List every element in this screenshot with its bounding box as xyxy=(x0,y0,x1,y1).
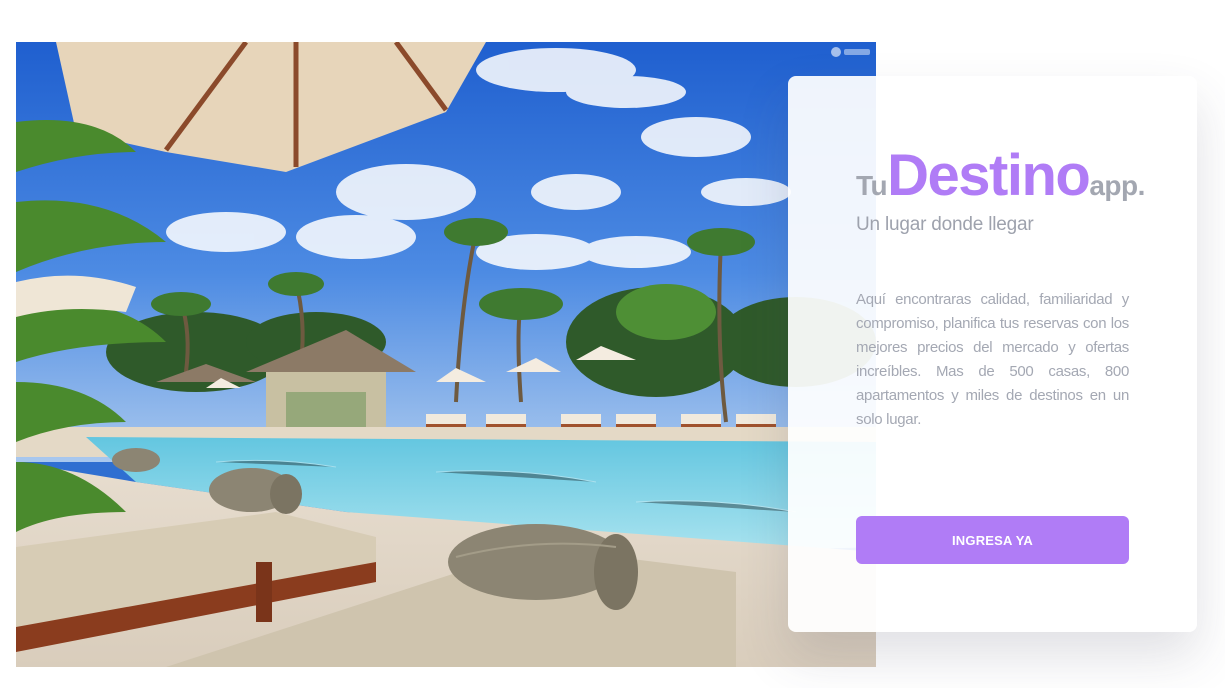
brand-name: Destino xyxy=(887,143,1091,208)
brand-logo-text: TuDestinoapp. xyxy=(856,142,1145,209)
ingresa-ya-button[interactable]: INGRESA YA xyxy=(856,516,1129,564)
brand-prefix: Tu xyxy=(856,170,888,201)
brand-suffix: app. xyxy=(1089,170,1145,201)
description-text: Aquí encontraras calidad, familiaridad y… xyxy=(856,291,1129,428)
hero-resort-image xyxy=(16,42,876,667)
watermark-logo xyxy=(831,47,870,57)
intro-card: TuDestinoapp. Un lugar donde llegar Aquí… xyxy=(788,76,1197,632)
landing-page: TuDestinoapp. Un lugar donde llegar Aquí… xyxy=(0,0,1225,688)
tagline: Un lugar donde llegar xyxy=(856,214,1034,235)
